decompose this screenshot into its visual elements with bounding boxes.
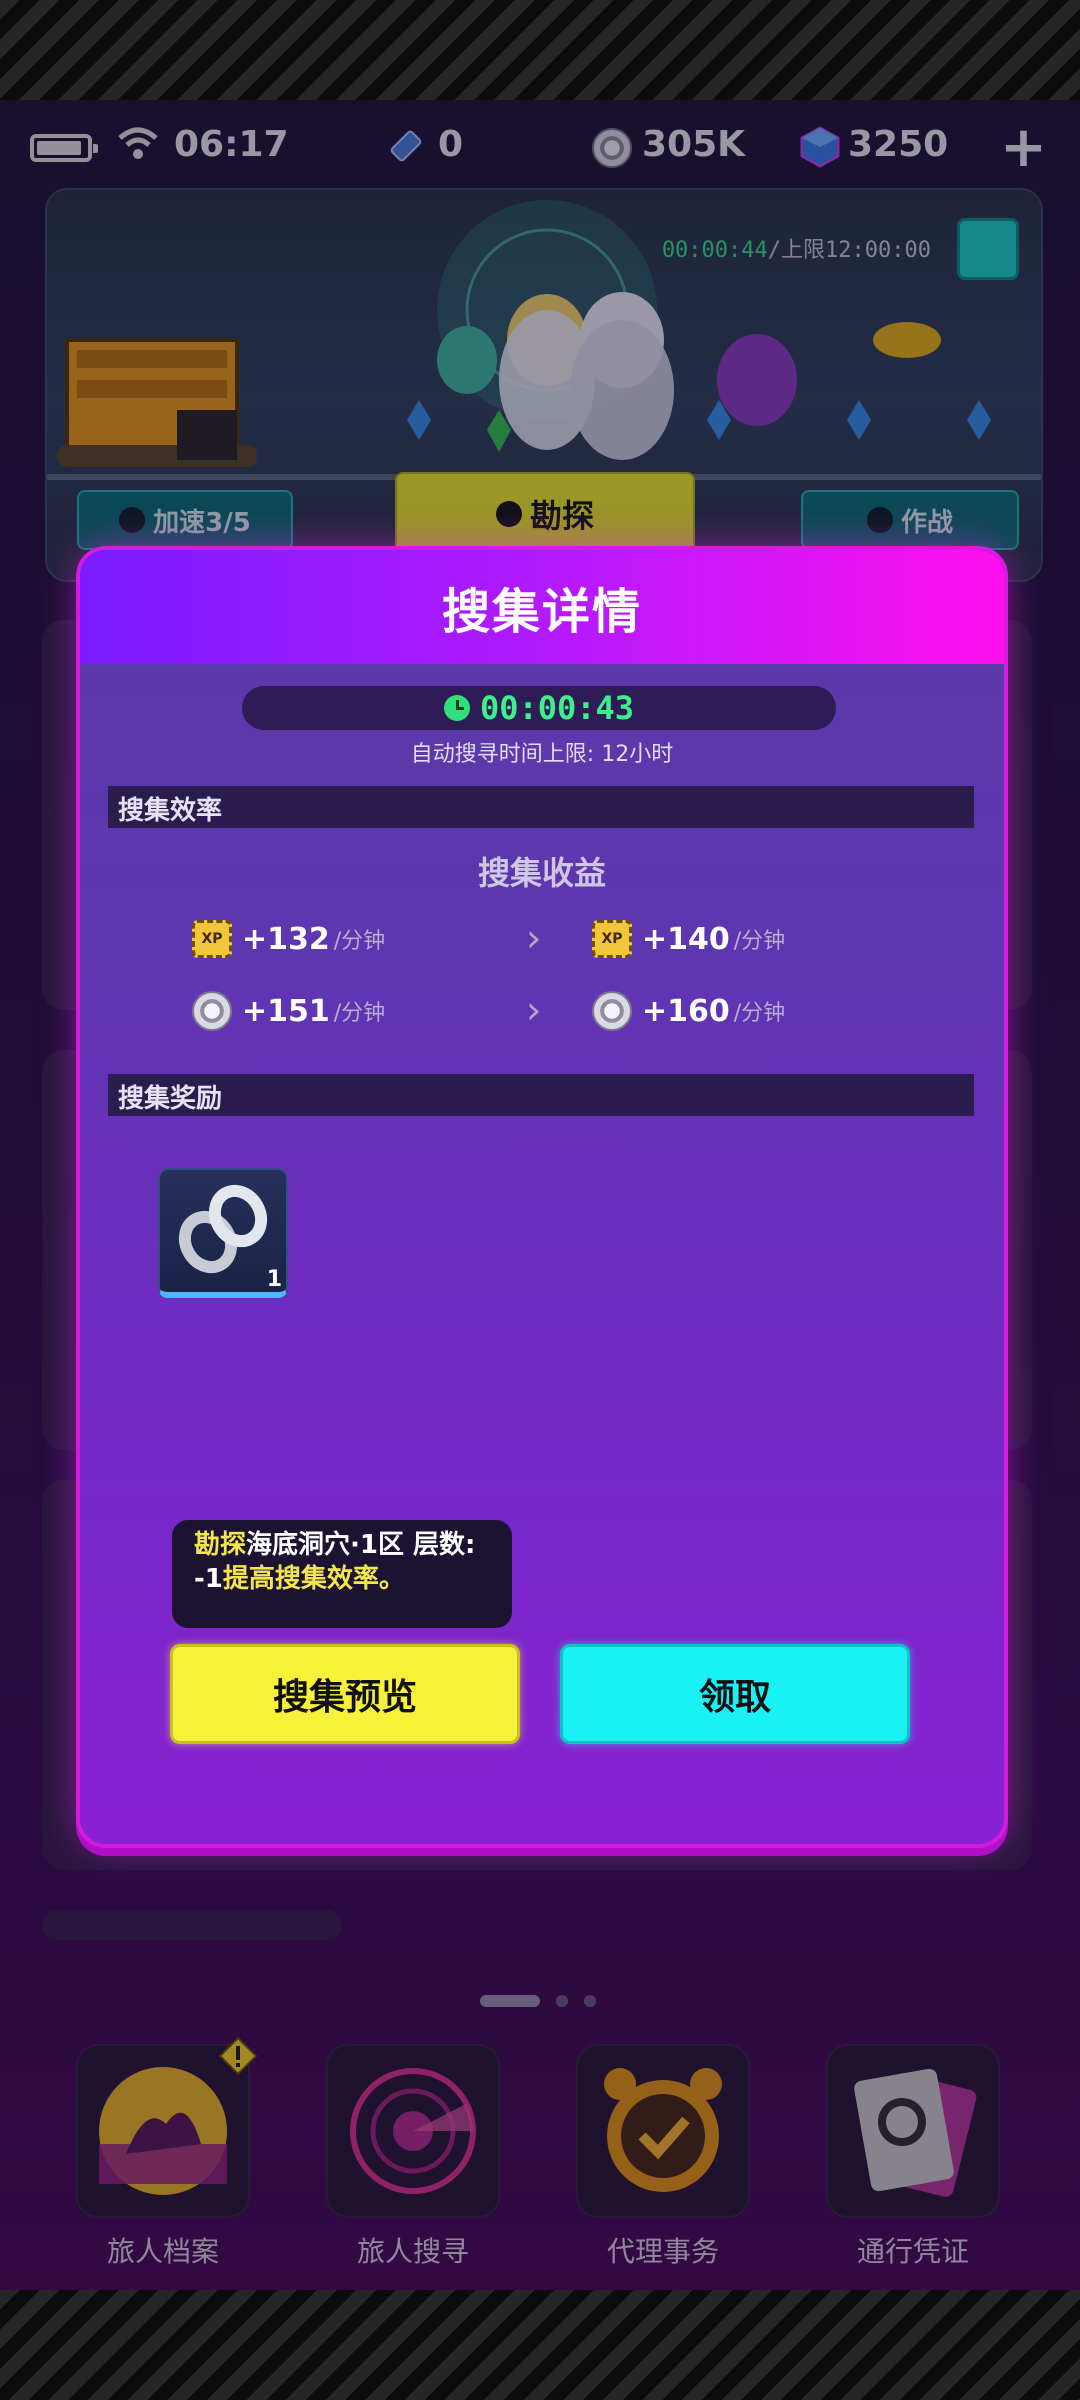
xp-rate-current: XP +132 /分钟 (192, 914, 385, 964)
collection-details-modal: 搜集详情 00:00:43 自动搜寻时间上限: 12小时 搜集效率 搜集收益 X… (80, 550, 1004, 1844)
xp-icon: XP (192, 920, 232, 958)
rewards-section-label: 搜集奖励 (118, 1084, 223, 1114)
rewards-section-header: 搜集奖励 (108, 1074, 974, 1116)
xp-rate-next-value: +140 (642, 921, 730, 957)
claim-button[interactable]: 领取 (560, 1644, 910, 1744)
efficiency-tip: 勘探海底洞穴·1区 层数: -1提高搜集效率。 (172, 1520, 512, 1628)
coin-rate-next: +160 /分钟 (592, 986, 785, 1036)
coin-rate-next-unit: /分钟 (733, 1001, 786, 1026)
clock-icon (443, 695, 470, 721)
chevron-right-icon: › (526, 988, 542, 1032)
reward-count: 1 (266, 1267, 282, 1292)
efficiency-section-label: 搜集效率 (118, 796, 223, 826)
coin-rate-current-value: +151 (242, 993, 330, 1029)
bottom-bezel (0, 2290, 1080, 2400)
collection-preview-button[interactable]: 搜集预览 (170, 1644, 520, 1744)
collection-timer: 00:00:43 (242, 686, 836, 730)
modal-title: 搜集详情 (441, 584, 642, 640)
auto-search-limit: 自动搜寻时间上限: 12小时 (410, 742, 674, 767)
top-bezel (0, 0, 1080, 100)
xp-rate-row: XP +132 /分钟 › XP +140 /分钟 (80, 914, 1004, 964)
chevron-right-icon: › (526, 916, 542, 960)
efficiency-section-header: 搜集效率 (108, 786, 974, 828)
coin-rate-current-unit: /分钟 (333, 1001, 386, 1026)
coin-rate-row: +151 /分钟 › +160 /分钟 (80, 986, 1004, 1036)
tip-highlight: 提高搜集效率。 (222, 1564, 405, 1594)
modal-header: 搜集详情 (80, 550, 1004, 664)
coin-rate-current: +151 /分钟 (192, 986, 385, 1036)
coin-icon (592, 991, 632, 1031)
xp-rate-current-unit: /分钟 (333, 929, 386, 954)
xp-rate-next-unit: /分钟 (733, 929, 786, 954)
tip-prefix: 勘探 (194, 1530, 247, 1560)
xp-rate-next: XP +140 /分钟 (592, 914, 785, 964)
coin-rate-next-value: +160 (642, 993, 730, 1029)
income-title: 搜集收益 (477, 854, 606, 892)
reward-item[interactable]: 1 (158, 1168, 288, 1298)
xp-icon: XP (592, 920, 632, 958)
xp-rate-current-value: +132 (242, 921, 330, 957)
coin-icon (192, 991, 232, 1031)
collection-timer-text: 00:00:43 (479, 689, 635, 727)
